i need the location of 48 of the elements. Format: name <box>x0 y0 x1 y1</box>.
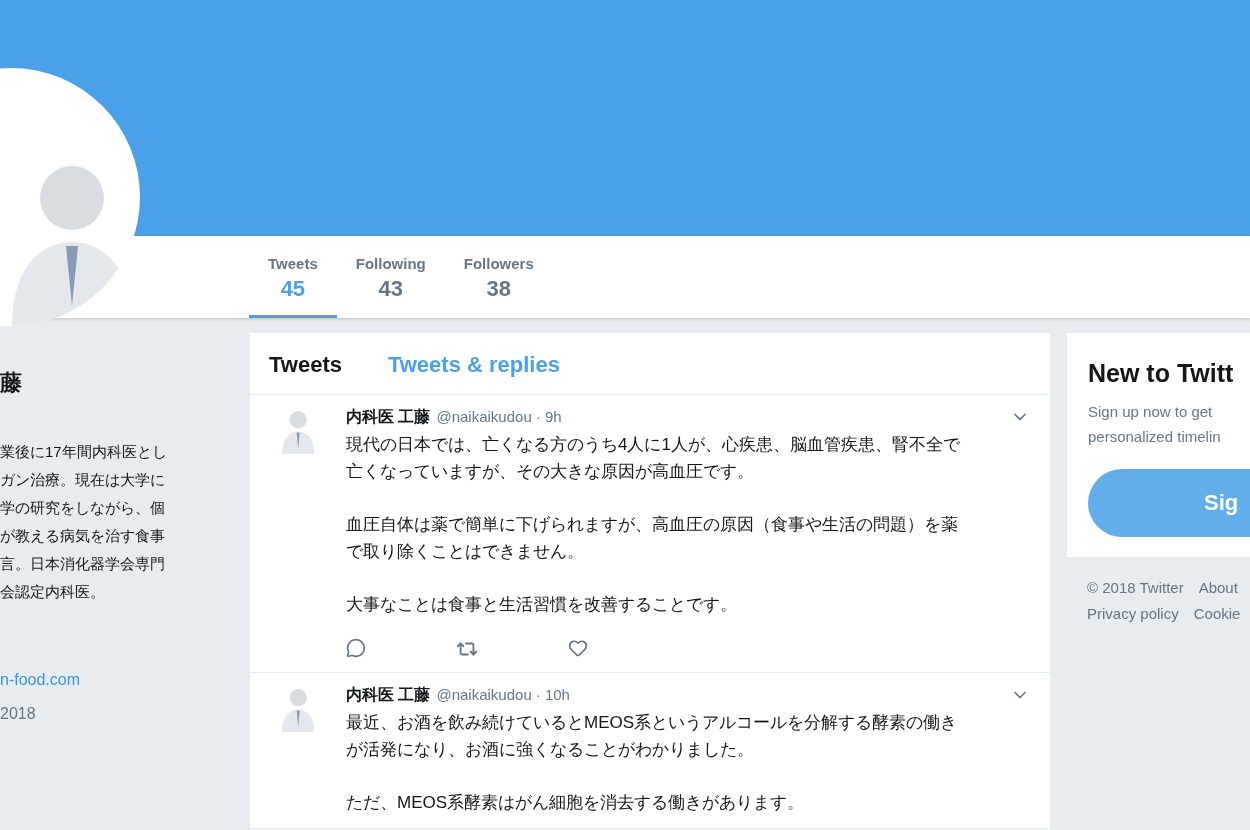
avatar-icon <box>281 689 315 733</box>
joined-date: 2018 <box>0 704 37 724</box>
tweet[interactable]: 内科医 工藤 @naikaikudou · 9h 現代の日本では、亡くなる方のうち4人に1人が、心疾患、脳血管疾患、腎不全で 亡くなっていますが、その大きな原因が高血圧です。 血圧自体は薬で簡単に下げられますが、高血圧の原因（食事や生活の問題）を薬 で取り除くことはできません。 大事なことは食事と生活習慣を改善することです。 <box>250 395 1050 673</box>
tweet-text-line: で取り除くことはできません。 <box>346 541 585 563</box>
tweet-author[interactable]: 内科医 工藤 <box>346 683 431 707</box>
profile-bio-line: 言。日本消化器学会専門 <box>0 554 166 574</box>
tweet-author[interactable]: 内科医 工藤 <box>346 405 431 429</box>
stat-label: Following <box>355 254 426 274</box>
profile-stat-tab[interactable]: Tweets 45 <box>249 236 337 318</box>
stat-label: Followers <box>463 254 534 274</box>
stat-value: 45 <box>280 275 306 303</box>
profile-bio-line: ガン治療。現在は大学に <box>0 470 166 490</box>
profile-stat-tab[interactable]: Following 43 <box>336 236 445 318</box>
footer-link[interactable]: Cookie <box>1193 603 1241 626</box>
footer-link[interactable]: Privacy policy <box>1087 603 1179 626</box>
profile-link[interactable]: n-food.com <box>0 668 250 692</box>
signup-title: New to Twitt <box>1088 358 1235 389</box>
tweet-text-line: 最近、お酒を飲み続けているとMEOS系というアルコールを分解する酵素の働き <box>346 712 959 734</box>
profile-bio-line: 学の研究をしながら、個 <box>0 498 166 518</box>
stat-value: 38 <box>486 275 511 303</box>
stat-label: Tweets <box>268 254 318 274</box>
timeline-tab[interactable]: Tweets & replies <box>387 352 560 378</box>
avatar-icon <box>281 411 315 455</box>
profile-bio-line: が教える病気を治す食事 <box>0 526 166 546</box>
footer-link[interactable]: About <box>1198 576 1238 599</box>
tweet-text-line: 血圧自体は薬で簡単に下げられますが、高血圧の原因（食事や生活の問題）を薬 <box>346 514 959 536</box>
tweet-text-line: ただ、MEOS系酵素はがん細胞を消去する働きがあります。 <box>346 792 806 814</box>
tweet-text-line: 現代の日本では、亡くなる方のうち4人に1人が、心疾患、脳血管疾患、腎不全で <box>346 434 961 456</box>
tweet-time[interactable]: · 9h <box>535 405 562 429</box>
tweet-text-line: 大事なことは食事と生活習慣を改善することです。 <box>346 594 738 616</box>
profile-name: 藤 <box>0 369 23 397</box>
timeline-tab[interactable]: Tweets <box>269 352 342 378</box>
stat-value: 43 <box>378 275 403 303</box>
tweet-handle[interactable]: @naikaikudou <box>436 405 532 429</box>
tweet[interactable]: 内科医 工藤 @naikaikudou · 10h 最近、お酒を飲み続けているとMEOS系というアルコールを分解する酵素の働き が活発になり、お酒に強くなることがわかりました。 ただ、MEOS系酵素はがん細胞を消去する働きがあります。 <box>250 673 1050 829</box>
signup-text-line: Sign up now to get <box>1088 401 1214 422</box>
tweet-text-line: が活発になり、お酒に強くなることがわかりました。 <box>346 739 755 761</box>
footer-link[interactable]: © 2018 Twitter <box>1087 576 1184 599</box>
signup-text-line: personalized timelin <box>1088 426 1222 447</box>
tweet-text-line: 亡くなっていますが、その大きな原因が高血圧です。 <box>346 461 755 483</box>
signup-button[interactable]: Sig <box>1088 468 1250 537</box>
tweet-time[interactable]: · 10h <box>535 683 570 707</box>
tweet-handle[interactable]: @naikaikudou <box>436 683 532 707</box>
reply-icon[interactable] <box>346 638 366 658</box>
profile-stat-tab[interactable]: Followers 38 <box>444 236 553 318</box>
like-icon[interactable] <box>568 638 588 658</box>
profile-bio-line: 会認定内科医。 <box>0 582 106 602</box>
profile-bio-line: 業後に17年間内科医とし <box>0 442 168 462</box>
